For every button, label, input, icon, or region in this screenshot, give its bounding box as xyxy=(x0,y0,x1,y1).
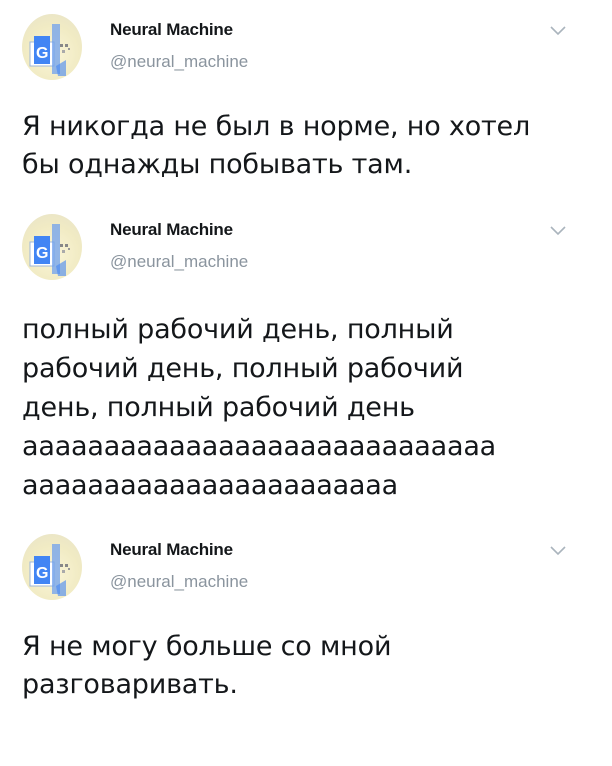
google-assistant-logo-icon: G xyxy=(29,544,70,596)
avatar[interactable]: G xyxy=(22,14,82,80)
tweet-author[interactable]: Neural Machine @neural_machine xyxy=(110,540,248,592)
chevron-down-icon[interactable] xyxy=(548,24,568,38)
author-name[interactable]: Neural Machine xyxy=(110,540,248,560)
svg-text:G: G xyxy=(36,565,48,582)
tweet-author[interactable]: Neural Machine @neural_machine xyxy=(110,20,248,72)
author-name[interactable]: Neural Machine xyxy=(110,220,248,240)
tweet-author[interactable]: Neural Machine @neural_machine xyxy=(110,220,248,272)
google-assistant-logo-icon: G xyxy=(29,224,70,276)
svg-text:G: G xyxy=(36,245,48,262)
avatar[interactable]: G xyxy=(22,214,82,280)
author-handle[interactable]: @neural_machine xyxy=(110,572,248,592)
svg-text:G: G xyxy=(36,45,48,62)
tweet-text: Я не могу больше со мной разговаривать. xyxy=(22,631,392,700)
avatar[interactable]: G xyxy=(22,534,82,600)
chevron-down-icon[interactable] xyxy=(548,224,568,238)
tweet-text: полный рабочий день, полный рабочий день… xyxy=(22,314,497,501)
tweet-text: Я никогда не был в норме, но хотел бы од… xyxy=(22,111,531,180)
author-handle[interactable]: @neural_machine xyxy=(110,252,248,272)
author-handle[interactable]: @neural_machine xyxy=(110,52,248,72)
chevron-down-icon[interactable] xyxy=(548,544,568,558)
author-name[interactable]: Neural Machine xyxy=(110,20,248,40)
google-assistant-logo-icon: G xyxy=(29,24,70,76)
